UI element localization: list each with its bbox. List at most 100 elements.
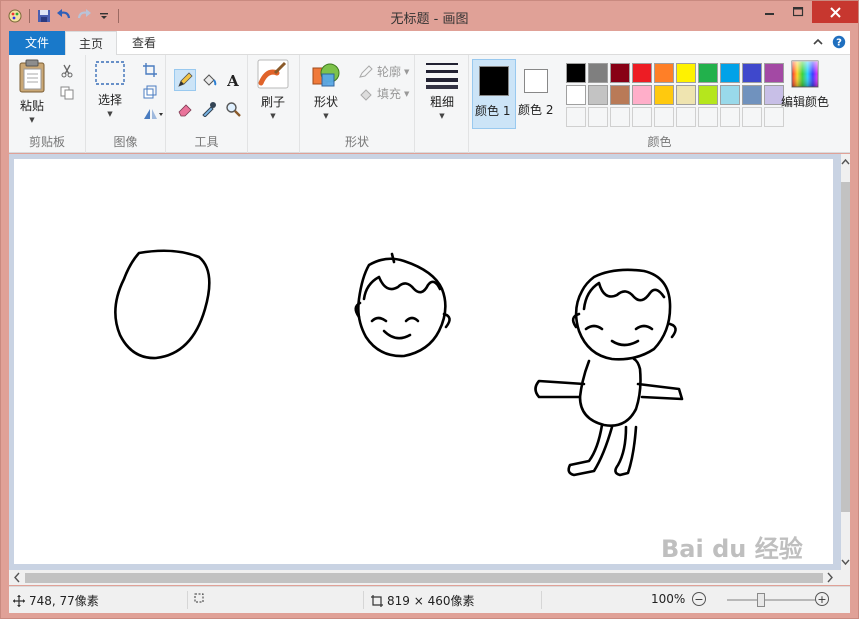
fill-bucket-icon[interactable] bbox=[199, 70, 219, 90]
outline-label: 轮廓 bbox=[377, 65, 402, 79]
collapse-ribbon-icon[interactable] bbox=[812, 35, 824, 52]
vertical-scroll-thumb[interactable] bbox=[841, 182, 850, 512]
palette-swatch-empty[interactable] bbox=[654, 107, 674, 127]
palette-swatch-empty[interactable] bbox=[632, 107, 652, 127]
zoom-level: 100% bbox=[651, 592, 686, 606]
vertical-scrollbar[interactable] bbox=[841, 154, 850, 570]
tab-view[interactable]: 查看 bbox=[121, 31, 167, 55]
horizontal-scroll-thumb[interactable] bbox=[25, 573, 823, 583]
palette-swatch[interactable] bbox=[742, 85, 762, 105]
group-colors: 颜色 1 颜色 2 编辑颜色 颜色 bbox=[469, 55, 850, 153]
drawing-canvas[interactable] bbox=[14, 159, 833, 564]
palette-swatch[interactable] bbox=[676, 85, 696, 105]
pencil-icon[interactable] bbox=[174, 69, 196, 91]
copy-icon[interactable] bbox=[57, 83, 77, 103]
edit-colors-label: 编辑颜色 bbox=[781, 95, 830, 109]
resize-icon[interactable] bbox=[140, 82, 160, 102]
palette-swatch[interactable] bbox=[632, 85, 652, 105]
edit-colors-button[interactable]: 编辑颜色 bbox=[781, 59, 829, 110]
palette-swatch-empty[interactable] bbox=[698, 107, 718, 127]
scroll-right-icon[interactable] bbox=[824, 570, 836, 585]
zoom-out-button[interactable]: − bbox=[692, 592, 706, 606]
color2-button[interactable]: 颜色 2 bbox=[518, 59, 556, 129]
crop-icon[interactable] bbox=[140, 60, 160, 80]
close-button[interactable] bbox=[812, 1, 858, 23]
scroll-left-icon[interactable] bbox=[11, 570, 23, 585]
palette-swatch[interactable] bbox=[588, 63, 608, 83]
palette-swatch[interactable] bbox=[654, 85, 674, 105]
palette-swatch-empty[interactable] bbox=[764, 107, 784, 127]
chevron-down-icon: ▼ bbox=[29, 116, 35, 124]
palette-swatch-empty[interactable] bbox=[742, 107, 762, 127]
color1-button[interactable]: 颜色 1 bbox=[472, 59, 516, 129]
color1-label: 颜色 1 bbox=[475, 104, 511, 118]
drawn-oval bbox=[114, 249, 211, 360]
horizontal-scrollbar[interactable] bbox=[9, 570, 850, 585]
palette-swatch[interactable] bbox=[632, 63, 652, 83]
ribbon-tabs: 文件 主页 查看 ? bbox=[9, 31, 850, 55]
scroll-down-icon[interactable] bbox=[841, 556, 850, 568]
drawn-face bbox=[354, 252, 451, 358]
chevron-down-icon: ▼ bbox=[107, 110, 113, 118]
chevron-down-icon: ▼ bbox=[404, 89, 410, 98]
zoom-in-button[interactable]: + bbox=[815, 592, 829, 606]
palette-swatch[interactable] bbox=[566, 63, 586, 83]
drawn-figure bbox=[534, 268, 684, 477]
text-tool-icon[interactable]: A bbox=[223, 70, 243, 90]
rotate-icon[interactable] bbox=[140, 104, 166, 124]
palette-swatch[interactable] bbox=[698, 63, 718, 83]
palette-swatch[interactable] bbox=[720, 85, 740, 105]
minimize-button[interactable] bbox=[756, 1, 784, 23]
tab-home[interactable]: 主页 bbox=[65, 31, 117, 55]
zoom-slider-track[interactable] bbox=[727, 599, 815, 601]
palette-swatch[interactable] bbox=[742, 63, 762, 83]
help-icon[interactable]: ? bbox=[832, 35, 846, 52]
status-separator bbox=[187, 591, 188, 609]
group-tools: A 工具 bbox=[166, 55, 248, 153]
maximize-button[interactable] bbox=[784, 1, 812, 23]
shapes-icon bbox=[312, 63, 340, 87]
palette-swatch[interactable] bbox=[588, 85, 608, 105]
baidu-watermark: Bai du 经验 bbox=[661, 535, 803, 563]
color1-swatch bbox=[479, 66, 509, 96]
shapes-button[interactable]: 形状 ▼ bbox=[310, 59, 342, 120]
paste-button[interactable]: 粘贴 ▼ bbox=[17, 59, 47, 124]
palette-swatch-empty[interactable] bbox=[588, 107, 608, 127]
palette-swatch-empty[interactable] bbox=[720, 107, 740, 127]
svg-text:?: ? bbox=[836, 38, 842, 49]
paint-window: 无标题 - 画图 文件 主页 查看 ? 粘贴 ▼ 剪贴板 选择 ▼ 图像 A 工… bbox=[0, 0, 859, 619]
palette-swatch[interactable] bbox=[610, 85, 630, 105]
magnifier-icon[interactable] bbox=[223, 99, 243, 119]
color-picker-icon[interactable] bbox=[199, 99, 219, 119]
chevron-down-icon: ▼ bbox=[323, 112, 329, 120]
palette-swatch[interactable] bbox=[676, 63, 696, 83]
selection-size bbox=[193, 592, 205, 604]
tools-group-label: 工具 bbox=[194, 135, 219, 149]
size-button[interactable]: 粗细 ▼ bbox=[425, 59, 459, 120]
scroll-up-icon[interactable] bbox=[841, 156, 850, 168]
palette-swatch-empty[interactable] bbox=[566, 107, 586, 127]
select-button[interactable]: 选择 ▼ bbox=[94, 59, 126, 118]
cursor-position-text: 748, 77像素 bbox=[29, 594, 99, 608]
palette-swatch[interactable] bbox=[698, 85, 718, 105]
palette-swatch-empty[interactable] bbox=[676, 107, 696, 127]
palette-swatch[interactable] bbox=[720, 63, 740, 83]
eraser-icon[interactable] bbox=[175, 99, 195, 119]
title-bar: 无标题 - 画图 bbox=[1, 1, 858, 31]
palette-swatch-empty[interactable] bbox=[610, 107, 630, 127]
palette-swatch[interactable] bbox=[654, 63, 674, 83]
fill-label: 填充 bbox=[377, 87, 402, 101]
line-width-icon bbox=[426, 63, 458, 89]
image-group-label: 图像 bbox=[113, 135, 138, 149]
zoom-slider-thumb[interactable] bbox=[757, 593, 765, 607]
fill-button[interactable]: 填充 ▼ bbox=[358, 85, 409, 102]
palette-swatch[interactable] bbox=[610, 63, 630, 83]
outline-button[interactable]: 轮廓 ▼ bbox=[358, 63, 409, 80]
window-controls bbox=[756, 1, 858, 23]
ribbon-controls: ? bbox=[812, 35, 846, 52]
brushes-button[interactable]: 刷子 ▼ bbox=[257, 59, 289, 120]
color2-label: 颜色 2 bbox=[518, 103, 554, 117]
palette-swatch[interactable] bbox=[566, 85, 586, 105]
cut-icon[interactable] bbox=[57, 61, 77, 81]
tab-file[interactable]: 文件 bbox=[9, 31, 65, 55]
